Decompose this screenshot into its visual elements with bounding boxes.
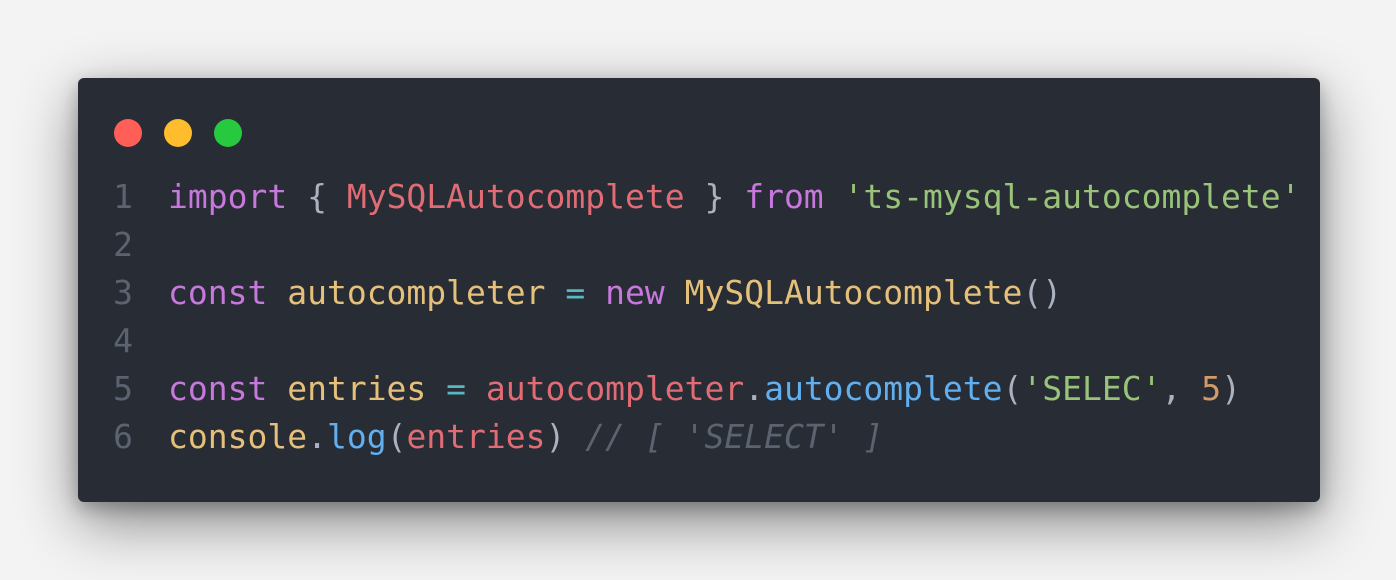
token-punct: } [684,177,745,216]
line-number: 2 [113,225,133,264]
token-string: 'SELEC' [1022,369,1162,408]
close-dot-icon[interactable] [114,119,142,147]
token-string: 'ts-mysql-autocomplete' [843,177,1301,216]
code-window: 1 import { MySQLAutocomplete } from 'ts-m… [78,78,1320,502]
line-content: import { MySQLAutocomplete } from 'ts-my… [168,173,1301,221]
token-class: autocompleter [287,273,546,312]
line-number: 5 [113,369,133,408]
code-line: 5 const entries = autocompleter.autocompl… [78,365,1320,413]
code-block: 1 import { MySQLAutocomplete } from 'ts-m… [78,173,1320,461]
line-content: const entries = autocompleter.autocomple… [168,365,1241,413]
token-punct: ) [1221,369,1241,408]
token-punct: () [1022,273,1063,312]
line-number: 6 [113,417,133,456]
token-function: autocomplete [764,369,1003,408]
code-line: 1 import { MySQLAutocomplete } from 'ts-m… [78,173,1320,221]
token-punct [585,273,605,312]
line-content: const autocompleter = new MySQLAutocompl… [168,269,1062,317]
token-operator: = [565,273,586,312]
token-punct [466,369,486,408]
token-number: 5 [1201,369,1222,408]
token-punct: ) [545,417,586,456]
token-variable: autocompleter [485,369,745,408]
token-keyword: new [605,273,665,312]
maximize-dot-icon[interactable] [214,119,242,147]
token-comment: // [ 'SELECT' ] [585,417,884,456]
token-keyword: from [744,177,824,216]
token-variable: entries [406,417,546,456]
code-line: 2 [78,221,1320,269]
token-punct: . [744,369,765,408]
line-number: 4 [113,321,133,360]
token-punct: { [287,177,347,216]
token-punct [426,369,446,408]
token-punct: , [1161,369,1202,408]
minimize-dot-icon[interactable] [164,119,192,147]
token-punct [267,369,287,408]
code-line: 3 const autocompleter = new MySQLAutocomp… [78,269,1320,317]
token-punct [824,177,844,216]
token-class: console [168,417,308,456]
code-line: 6 console.log(entries) // [ 'SELECT' ] [78,413,1320,461]
token-class: entries [287,369,427,408]
code-line: 4 [78,317,1320,365]
line-number: 1 [113,177,133,216]
token-keyword: const [168,369,268,408]
token-keyword: const [168,273,268,312]
token-punct: ( [1002,369,1023,408]
token-punct: . [307,417,327,456]
token-punct [665,273,685,312]
line-number: 3 [113,273,133,312]
token-keyword: import [168,177,288,216]
token-punct [546,273,566,312]
token-class: MySQLAutocomplete [684,273,1023,312]
token-punct [267,273,287,312]
token-operator: = [446,369,467,408]
token-punct: ( [386,417,407,456]
token-variable: MySQLAutocomplete [346,177,685,216]
token-function: log [326,417,387,456]
line-content: console.log(entries) // [ 'SELECT' ] [168,413,883,461]
